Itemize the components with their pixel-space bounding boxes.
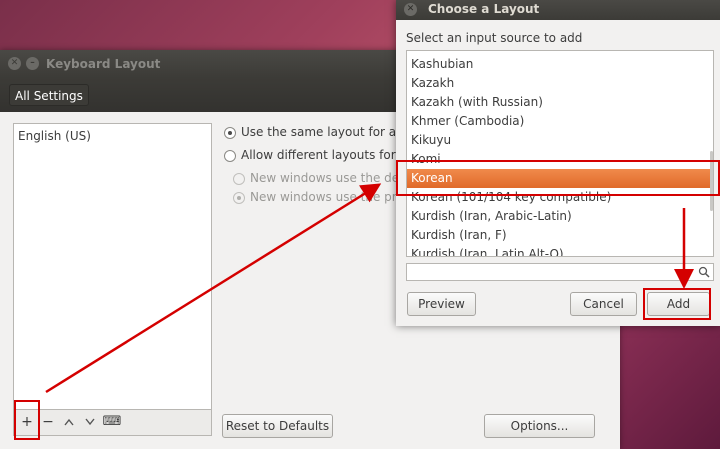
previous-source-label: New windows use the prev: [250, 190, 411, 204]
search-icon: [698, 266, 710, 278]
annotation-box-add: [14, 400, 40, 440]
reset-to-defaults-button[interactable]: Reset to Defaults: [222, 414, 333, 438]
annotation-box-add-button: [643, 288, 711, 320]
default-source-radio[interactable]: [233, 173, 245, 185]
list-item[interactable]: Kazakh (with Russian): [411, 93, 543, 112]
minimize-icon[interactable]: –: [26, 57, 39, 70]
previous-source-radio[interactable]: [233, 192, 245, 204]
window-title: Keyboard Layout: [46, 57, 161, 71]
dialog-title: Choose a Layout: [428, 2, 540, 16]
list-item[interactable]: Khmer (Cambodia): [411, 112, 524, 131]
remove-icon[interactable]: −: [38, 412, 58, 432]
dialog-subtitle: Select an input source to add: [406, 31, 583, 45]
default-source-label: New windows use the defa: [250, 171, 411, 185]
list-toolbar: + − ⌨: [13, 410, 212, 436]
annotation-box-korean: [396, 160, 720, 196]
same-layout-label: Use the same layout for all w: [241, 125, 417, 139]
options-button[interactable]: Options...: [484, 414, 595, 438]
list-item[interactable]: Kurdish (Iran, F): [411, 226, 507, 245]
preview-button[interactable]: Preview: [407, 292, 476, 316]
move-up-icon[interactable]: [59, 412, 79, 432]
input-source-list[interactable]: English (US): [13, 123, 212, 410]
keyboard-icon[interactable]: ⌨: [102, 412, 122, 432]
close-icon[interactable]: ✕: [8, 57, 21, 70]
layout-list[interactable]: Kashubian Kazakh Kazakh (with Russian) K…: [406, 50, 714, 257]
dialog-titlebar: ✕ Choose a Layout: [396, 0, 720, 20]
list-item[interactable]: Kikuyu: [411, 131, 451, 150]
list-item[interactable]: English (US): [18, 129, 91, 143]
different-layouts-label: Allow different layouts for in: [241, 148, 411, 162]
move-down-icon[interactable]: [80, 412, 100, 432]
list-item[interactable]: Kurdish (Iran, Arabic-Latin): [411, 207, 572, 226]
all-settings-button[interactable]: All Settings: [9, 84, 89, 106]
list-item[interactable]: Kashubian: [411, 55, 473, 74]
list-item[interactable]: Kurdish (Iran, Latin Alt-Q): [411, 245, 564, 256]
list-item[interactable]: Kazakh: [411, 74, 454, 93]
different-layouts-radio[interactable]: [224, 150, 236, 162]
same-layout-radio[interactable]: [224, 127, 236, 139]
cancel-button[interactable]: Cancel: [570, 292, 637, 316]
close-icon[interactable]: ✕: [404, 3, 417, 16]
search-input[interactable]: [406, 263, 714, 281]
